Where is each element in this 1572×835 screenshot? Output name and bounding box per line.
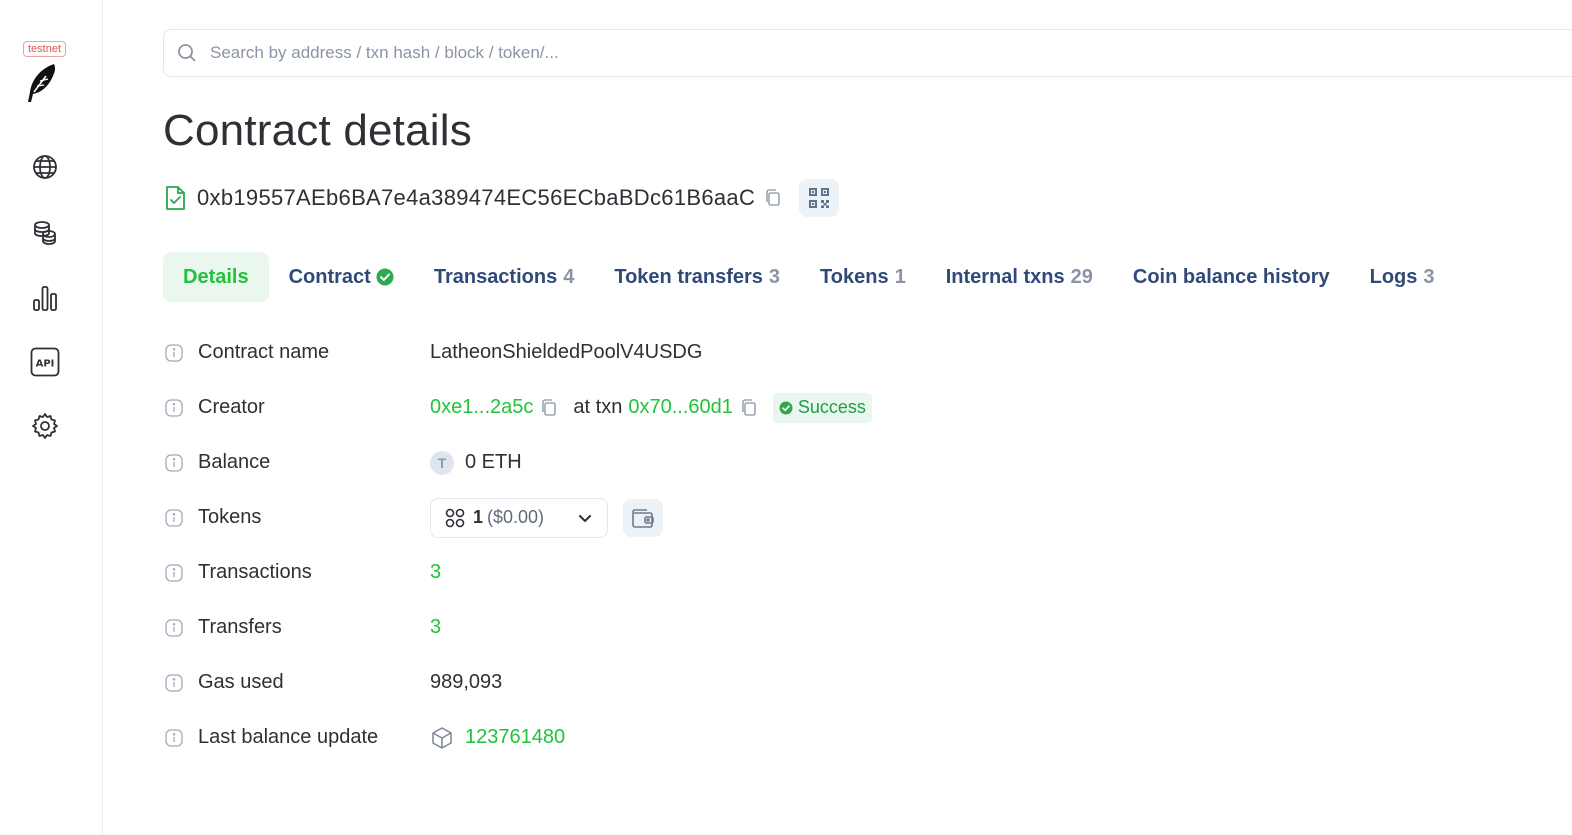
creator-value: 0xe1...2a5c at txn 0x70...60d1 Success <box>430 392 872 423</box>
address-row: 0xb19557AEb6BA7e4a389474EC56ECbaBDc61B6a… <box>163 179 840 217</box>
detail-row-contract-name: Contract name LatheonShieldedPoolV4USDG <box>163 325 1363 380</box>
detail-label: Last balance update <box>198 726 379 748</box>
detail-label: Transactions <box>198 561 312 583</box>
svg-text:API: API <box>36 359 55 370</box>
search-input[interactable] <box>210 43 1510 63</box>
status-badge: Success <box>772 392 872 423</box>
tab-label: Transactions <box>433 265 558 288</box>
info-icon[interactable] <box>165 728 185 748</box>
tokens-dropdown[interactable]: 1 ($0.00) <box>430 497 608 538</box>
coins-icon[interactable] <box>29 216 61 248</box>
info-icon[interactable] <box>165 398 185 418</box>
search-bar <box>163 29 1572 77</box>
contract-verified-icon <box>166 186 185 210</box>
status-text: Success <box>797 397 866 417</box>
info-icon[interactable] <box>165 673 185 693</box>
api-icon[interactable]: API <box>29 346 61 378</box>
copy-icon[interactable] <box>765 188 783 208</box>
block-cube-icon <box>432 726 452 749</box>
detail-row-gas-used: Gas used 989,093 <box>163 655 1363 710</box>
verified-check-icon <box>376 268 394 286</box>
last-balance-update-value: 123761480 <box>430 726 565 750</box>
info-icon[interactable] <box>165 563 185 583</box>
chevron-down-icon <box>579 514 591 522</box>
contract-address: 0xb19557AEb6BA7e4a389474EC56ECbaBDc61B6a… <box>197 185 756 210</box>
tab-label: Logs <box>1369 265 1418 288</box>
tab-count: 3 <box>768 265 781 288</box>
at-txn-text: at txn <box>573 396 623 418</box>
tab-label: Coin balance history <box>1132 265 1330 288</box>
detail-label: Gas used <box>198 671 284 693</box>
wallet-icon <box>632 508 654 528</box>
balance-value: T 0 ETH <box>430 450 522 475</box>
tab-internal-txns[interactable]: Internal txns 29 <box>926 252 1113 302</box>
success-check-icon <box>779 401 793 414</box>
bar-chart-icon[interactable] <box>29 282 61 314</box>
detail-row-balance: Balance T 0 ETH <box>163 435 1363 490</box>
transactions-count-link[interactable]: 3 <box>430 561 441 584</box>
detail-row-transactions: Transactions 3 <box>163 545 1363 600</box>
search-icon <box>176 42 198 64</box>
info-icon[interactable] <box>165 618 185 638</box>
page-title: Contract details <box>163 106 472 155</box>
detail-label: Tokens <box>198 506 262 528</box>
balance-amount: 0 ETH <box>465 451 522 473</box>
tokens-grid-icon <box>445 508 465 527</box>
feather-logo-icon[interactable] <box>24 62 60 104</box>
detail-label: Contract name <box>198 341 330 363</box>
token-avatar: T <box>430 450 454 475</box>
tokens-value: 1 ($0.00) <box>430 497 663 538</box>
wallet-button[interactable] <box>623 498 663 537</box>
info-icon[interactable] <box>165 453 185 473</box>
tab-label: Token transfers <box>614 265 763 288</box>
copy-icon[interactable] <box>541 398 559 418</box>
detail-row-tokens: Tokens 1 ($0.00) <box>163 490 1363 545</box>
gas-used-value: 989,093 <box>430 671 503 693</box>
qr-code-icon <box>809 188 830 208</box>
network-badge: testnet <box>23 41 67 57</box>
tab-count: 4 <box>563 265 575 288</box>
sidebar: testnet API <box>0 0 103 835</box>
detail-row-last-balance-update: Last balance update 123761480 <box>163 710 1363 765</box>
contract-name-value: LatheonShieldedPoolV4USDG <box>430 341 703 363</box>
copy-icon[interactable] <box>741 398 759 418</box>
tab-label: Tokens <box>820 265 889 288</box>
detail-label: Transfers <box>198 616 282 638</box>
creator-address-link[interactable]: 0xe1...2a5c <box>430 396 533 419</box>
tab-transactions[interactable]: Transactions 4 <box>414 252 595 302</box>
tab-logs[interactable]: Logs 3 <box>1350 252 1455 302</box>
tab-label: Internal txns <box>945 265 1065 288</box>
detail-row-creator: Creator 0xe1...2a5c at txn 0x70...60d1 S… <box>163 380 1363 435</box>
detail-label: Balance <box>198 451 271 473</box>
detail-label: Creator <box>198 396 265 418</box>
tab-bar: Details Contract Transactions 4 Token tr… <box>163 252 1455 302</box>
tab-contract[interactable]: Contract <box>269 252 414 302</box>
tab-label: Contract <box>288 265 371 288</box>
tokens-count: 1 <box>473 507 484 527</box>
detail-row-transfers: Transfers 3 <box>163 600 1363 655</box>
gear-icon[interactable] <box>29 410 61 442</box>
block-number-link[interactable]: 123761480 <box>465 726 565 749</box>
creation-txn-link[interactable]: 0x70...60d1 <box>628 396 733 419</box>
tab-tokens[interactable]: Tokens 1 <box>800 252 926 302</box>
tab-count: 1 <box>894 265 906 288</box>
info-icon[interactable] <box>165 343 185 363</box>
info-icon[interactable] <box>165 508 185 528</box>
tab-count: 3 <box>1423 265 1435 288</box>
tab-details[interactable]: Details <box>163 252 269 302</box>
tab-token-transfers[interactable]: Token transfers 3 <box>594 252 800 302</box>
tab-coin-balance-history[interactable]: Coin balance history <box>1113 252 1350 302</box>
tokens-usd: ($0.00) <box>487 507 545 527</box>
transfers-count-link[interactable]: 3 <box>430 616 441 639</box>
globe-icon[interactable] <box>29 151 61 183</box>
qr-code-button[interactable] <box>799 179 840 217</box>
tab-label: Details <box>183 265 249 288</box>
tab-count: 29 <box>1070 265 1093 288</box>
